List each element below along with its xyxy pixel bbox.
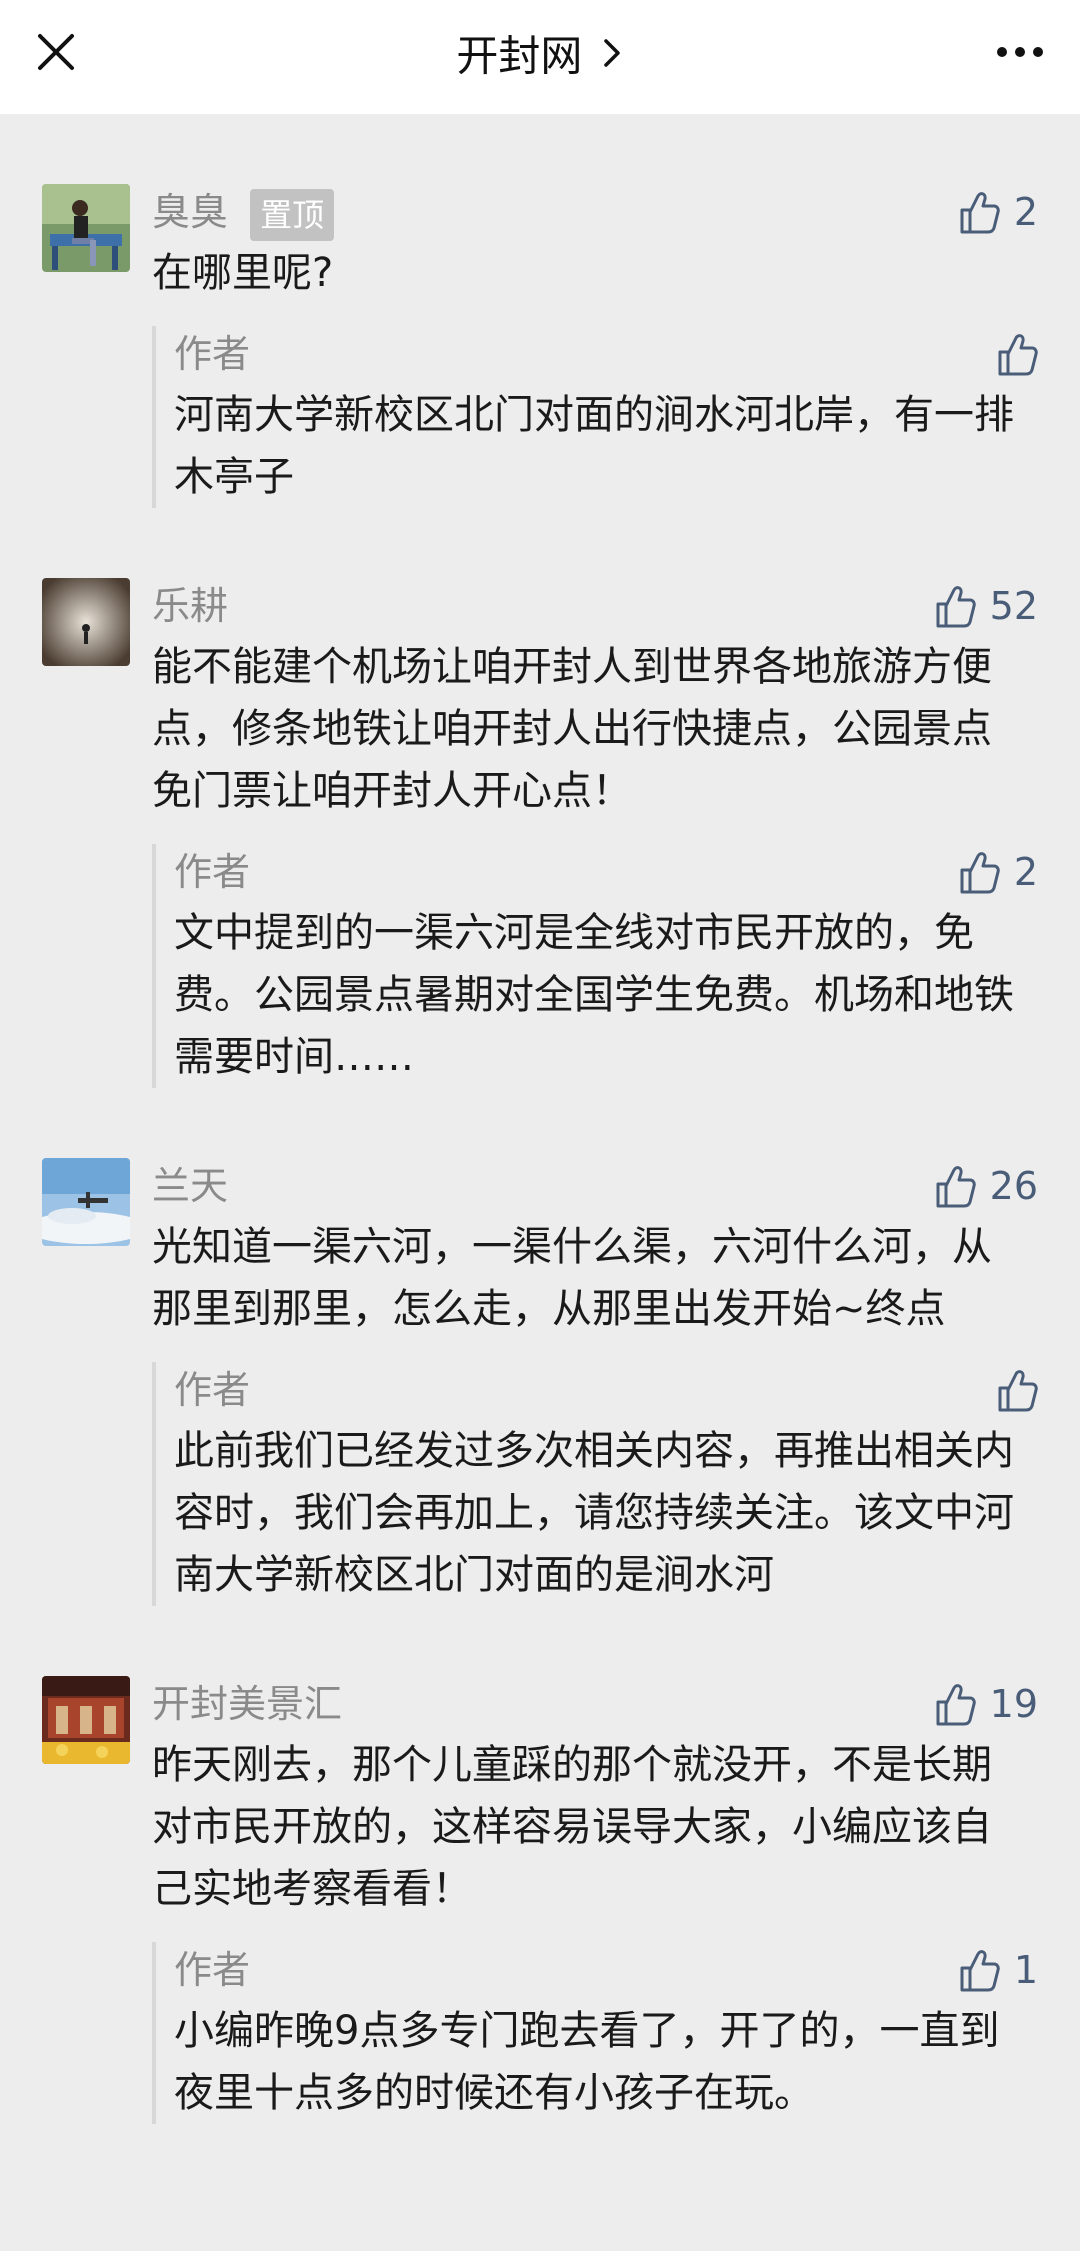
thumbs-up-icon [958, 1948, 1000, 1992]
like-button[interactable]: 26 [934, 1160, 1038, 1212]
reply-like-button[interactable] [996, 1364, 1038, 1416]
like-button[interactable]: 52 [934, 580, 1038, 632]
page-title: 开封网 [456, 31, 583, 81]
comment-text: 昨天刚去，那个儿童踩的那个就没开，不是长期对市民开放的，这样容易误导大家，小编应… [152, 1742, 992, 1912]
thumbs-up-icon [958, 190, 1000, 234]
comment-header: 开封美景汇 [152, 1676, 1038, 1732]
comment-nickname[interactable]: 开封美景汇 [152, 1682, 342, 1726]
like-count: 1 [1013, 1948, 1038, 1992]
reply-like-button[interactable] [996, 328, 1038, 380]
reply-author: 作者 [174, 1368, 251, 1412]
reply-text: 河南大学新校区北门对面的涧水河北岸，有一排木亭子 [174, 392, 1014, 500]
thumbs-up-icon [934, 1164, 976, 1208]
author-reply: 作者 1 小编昨晚9点多专门跑去看了，开了的，一直到夜里十点多的时候还有小孩子在… [152, 1942, 1038, 2124]
like-count: 2 [1013, 850, 1038, 894]
avatar[interactable] [42, 1676, 130, 1764]
reply-text: 文中提到的一渠六河是全线对市民开放的，免费。公园景点暑期对全国学生免费。机场和地… [174, 910, 1014, 1080]
comment-list: 臭臭 置顶 2 在哪里呢? 作者 河南大学新校区北门对面的涧水河北岸，有一排木亭… [0, 114, 1080, 2124]
comment-nickname[interactable]: 兰天 [152, 1164, 228, 1208]
comment-item: 乐耕 52 能不能建个机场让咱开封人到世界各地旅游方便点，修条地铁让咱开封人出行… [42, 578, 1038, 1088]
avatar[interactable] [42, 1158, 130, 1246]
author-reply: 作者 2 文中提到的一渠六河是全线对市民开放的，免费。公园景点暑期对全国学生免费… [152, 844, 1038, 1088]
like-count: 2 [1013, 190, 1038, 234]
comment-text: 光知道一渠六河，一渠什么渠，六河什么河，从那里到那里，怎么走，从那里出发开始~终… [152, 1224, 992, 1332]
avatar[interactable] [42, 578, 130, 666]
comment-header: 兰天 [152, 1158, 1038, 1214]
comment-nickname[interactable]: 臭臭 [152, 190, 228, 234]
reply-like-button[interactable]: 2 [958, 846, 1038, 898]
thumbs-up-icon [958, 850, 1000, 894]
comment-nickname[interactable]: 乐耕 [152, 584, 228, 628]
comment-item: 臭臭 置顶 2 在哪里呢? 作者 河南大学新校区北门对面的涧水河北岸，有一排木亭… [42, 184, 1038, 508]
reply-text: 此前我们已经发过多次相关内容，再推出相关内容时，我们会再加上，请您持续关注。该文… [174, 1428, 1014, 1598]
comment-text: 在哪里呢? [152, 250, 334, 296]
pinned-badge: 置顶 [250, 188, 335, 241]
author-reply: 作者 河南大学新校区北门对面的涧水河北岸，有一排木亭子 [152, 326, 1038, 508]
thumbs-up-icon [996, 1368, 1038, 1412]
reply-like-button[interactable]: 1 [958, 1944, 1038, 1996]
reply-author: 作者 [174, 850, 251, 894]
more-icon[interactable] [984, 20, 1056, 84]
comment-header: 臭臭 置顶 [152, 184, 1038, 241]
author-reply: 作者 此前我们已经发过多次相关内容，再推出相关内容时，我们会再加上，请您持续关注… [152, 1362, 1038, 1606]
like-count: 26 [989, 1164, 1038, 1208]
comment-header: 乐耕 [152, 578, 1038, 634]
account-title-link[interactable]: 开封网 [0, 24, 1080, 87]
like-button[interactable]: 19 [934, 1678, 1038, 1730]
like-count: 19 [989, 1682, 1038, 1726]
thumbs-up-icon [996, 332, 1038, 376]
comment-item: 开封美景汇 19 昨天刚去，那个儿童踩的那个就没开，不是长期对市民开放的，这样容… [42, 1676, 1038, 2124]
like-button[interactable]: 2 [958, 186, 1038, 238]
thumbs-up-icon [934, 1682, 976, 1726]
comment-text: 能不能建个机场让咱开封人到世界各地旅游方便点，修条地铁让咱开封人出行快捷点，公园… [152, 644, 992, 814]
comment-item: 兰天 26 光知道一渠六河，一渠什么渠，六河什么河，从那里到那里，怎么走，从那里… [42, 1158, 1038, 1606]
reply-author: 作者 [174, 1948, 251, 1992]
reply-author: 作者 [174, 332, 251, 376]
avatar[interactable] [42, 184, 130, 272]
reply-text: 小编昨晚9点多专门跑去看了，开了的，一直到夜里十点多的时候还有小孩子在玩。 [174, 2008, 1000, 2116]
like-count: 52 [989, 584, 1038, 628]
thumbs-up-icon [934, 584, 976, 628]
top-bar: 开封网 [0, 0, 1080, 114]
chevron-right-icon [602, 27, 624, 87]
